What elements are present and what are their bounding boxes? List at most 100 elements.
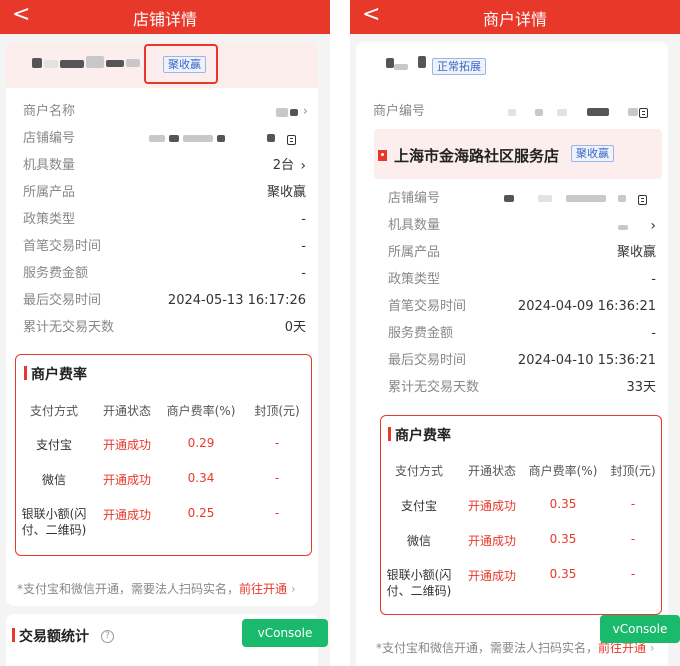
row-product: 所属产品 聚收赢 — [388, 245, 656, 260]
redacted-text — [566, 195, 606, 202]
status-tag: 正常拓展 — [432, 58, 486, 75]
merchant-info-card: 正常拓展 商户编号 上海市金海路社区服务店 聚收赢 店铺编号 机具数量 › 所属… — [356, 42, 668, 666]
nav-bar: < 店铺详情 — [0, 0, 330, 34]
row-device-count[interactable]: 机具数量 2台 › — [23, 156, 306, 176]
redacted-text — [183, 135, 213, 142]
row-last-trade: 最后交易时间 2024-04-10 15:36:21 — [388, 353, 656, 368]
redacted-text — [628, 108, 638, 116]
table-cell: 微信 — [41, 473, 66, 487]
row-shop-no: 店铺编号 — [388, 189, 656, 209]
row-first-trade: 首笔交易时间 - — [23, 239, 306, 254]
table-header: 封顶(元) — [610, 464, 656, 478]
table-header: 开通状态 — [467, 464, 516, 478]
nav-bar: < 商户详情 — [350, 0, 680, 34]
redacted-text — [538, 195, 552, 202]
table-header: 开通状态 — [102, 404, 151, 418]
row-idle-days: 累计无交易天数 33天 — [388, 380, 656, 395]
vconsole-button[interactable]: vConsole — [242, 619, 328, 647]
chevron-right-icon: › — [290, 582, 296, 596]
redacted-text — [126, 59, 140, 67]
table-cell: - — [274, 506, 280, 520]
row-service-fee: 服务费金额 - — [388, 326, 656, 341]
shop-name: 上海市金海路社区服务店 — [394, 147, 560, 165]
flag-icon — [378, 150, 387, 161]
table-cell: 0.35 — [549, 567, 577, 581]
page-title: 商户详情 — [482, 10, 547, 29]
merchant-detail-screen: < 商户详情 正常拓展 商户编号 上海市金海路社区服务店 聚收赢 店铺编号 机具… — [350, 0, 680, 666]
open-hint: *支付宝和微信开通，需要法人扫码实名，前往开通 › — [17, 582, 296, 596]
row-device-count[interactable]: 机具数量 › — [388, 216, 656, 236]
vconsole-button[interactable]: vConsole — [600, 615, 680, 643]
table-header: 支付方式 — [394, 464, 443, 478]
table-cell: 开通成功 — [467, 499, 516, 513]
shop-info-list: 店铺编号 机具数量 › 所属产品 聚收赢 政策类型 - 首笔交易时间 2024-… — [388, 189, 656, 399]
shop-banner[interactable]: 上海市金海路社区服务店 聚收赢 — [374, 129, 662, 179]
product-tag: 聚收赢 — [571, 145, 614, 162]
table-cell: 支付宝 — [35, 438, 72, 452]
chevron-right-icon[interactable]: › — [303, 102, 308, 122]
table-cell: 银联小额(闪付、二维码) — [21, 507, 87, 537]
copy-icon[interactable] — [639, 108, 648, 118]
copy-icon[interactable] — [638, 195, 647, 205]
table-cell: - — [630, 567, 636, 581]
redacted-text — [276, 108, 288, 117]
copy-icon[interactable] — [287, 135, 296, 145]
shop-info-card: 聚收赢 商户名称 › 店铺编号 机具数量 2台 › 所属产品 聚收赢 政策类型 … — [6, 42, 318, 606]
redacted-text — [618, 195, 626, 202]
table-header: 商户费率(%) — [528, 464, 598, 478]
table-cell: 开通成功 — [467, 534, 516, 548]
shop-detail-screen: < 店铺详情 聚收赢 商户名称 › 店铺编号 机具数量 2台 › 所属产品 聚收… — [0, 0, 330, 666]
redacted-text — [217, 135, 225, 142]
table-cell: 银联小额(闪付、二维码) — [386, 568, 452, 598]
page-title: 店铺详情 — [132, 10, 197, 29]
table-cell: 开通成功 — [102, 438, 151, 452]
table-cell: 0.35 — [549, 497, 577, 511]
table-cell: 开通成功 — [467, 569, 516, 583]
shop-header: 聚收赢 — [6, 42, 318, 88]
table-cell: 开通成功 — [102, 508, 151, 522]
table-cell: - — [630, 532, 636, 546]
table-cell: - — [274, 471, 280, 485]
table-cell: 微信 — [406, 534, 431, 548]
redacted-text — [504, 195, 514, 202]
row-policy: 政策类型 - — [23, 212, 306, 227]
chevron-right-icon[interactable]: › — [300, 156, 306, 176]
redacted-text — [618, 225, 628, 230]
redacted-text — [60, 60, 84, 68]
redacted-text — [86, 56, 104, 68]
row-service-fee: 服务费金额 - — [23, 266, 306, 281]
row-product: 所属产品 聚收赢 — [23, 185, 306, 200]
table-cell: 0.35 — [549, 532, 577, 546]
redacted-text — [587, 108, 609, 116]
table-cell: - — [274, 436, 280, 450]
highlight-box — [144, 44, 218, 84]
redacted-text — [418, 56, 426, 68]
row-merchant-no: 商户编号 — [373, 102, 656, 122]
row-shop-no: 店铺编号 — [23, 129, 306, 149]
table-cell: 支付宝 — [400, 499, 437, 513]
info-icon[interactable]: ? — [101, 630, 114, 643]
row-merchant-name: 商户名称 › — [23, 102, 308, 122]
redacted-text — [106, 60, 124, 67]
table-header: 支付方式 — [29, 404, 78, 418]
redacted-text — [169, 135, 179, 142]
redacted-text — [267, 134, 275, 142]
table-cell: 0.34 — [187, 471, 215, 485]
redacted-text — [557, 109, 567, 116]
row-idle-days: 累计无交易天数 0天 — [23, 320, 306, 335]
open-link[interactable]: 前往开通 — [239, 582, 287, 596]
chevron-right-icon[interactable]: › — [650, 216, 656, 236]
row-last-trade: 最后交易时间 2024-05-13 16:17:26 — [23, 293, 306, 308]
redacted-text — [44, 60, 58, 68]
table-header: 商户费率(%) — [166, 404, 236, 418]
redacted-text — [149, 135, 165, 142]
row-policy: 政策类型 - — [388, 272, 656, 287]
redacted-text — [508, 109, 516, 116]
table-cell: 0.29 — [187, 436, 215, 450]
open-link[interactable]: 前往开通 — [598, 641, 646, 655]
table-cell: 0.25 — [187, 506, 215, 520]
redacted-text — [394, 64, 408, 70]
fee-rate-box: 商户费率 支付方式 开通状态 商户费率(%) 封顶(元) 支付宝 开通成功 0.… — [15, 354, 312, 556]
chevron-right-icon: › — [649, 641, 655, 655]
redacted-text — [535, 109, 543, 116]
